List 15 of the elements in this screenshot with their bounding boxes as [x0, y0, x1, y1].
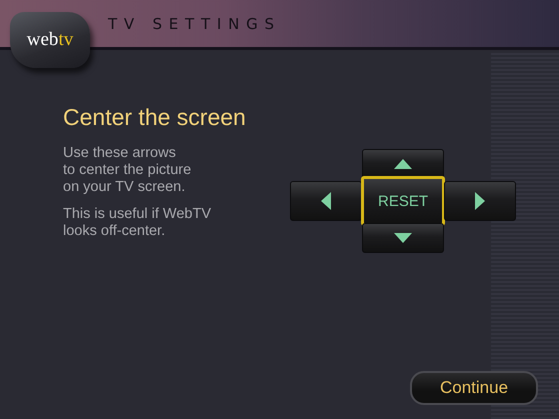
up-arrow-button[interactable]	[362, 149, 444, 179]
up-triangle-icon	[394, 159, 412, 169]
right-triangle-icon	[475, 192, 485, 210]
heading: Center the screen	[63, 104, 247, 131]
left-triangle-icon	[321, 192, 331, 210]
logo-text: webtv	[26, 29, 74, 51]
instruction-text: This is useful if WebTV looks off-center.	[63, 206, 212, 240]
left-arrow-button[interactable]	[290, 181, 362, 221]
page-title: T V S E T T I N G S	[108, 14, 275, 32]
right-arrow-button[interactable]	[444, 181, 516, 221]
down-triangle-icon	[394, 233, 412, 243]
down-arrow-button[interactable]	[362, 223, 444, 253]
instruction-text: Use these arrows to center the picture on your TV screen.	[63, 145, 192, 196]
reset-button[interactable]: RESET	[361, 176, 445, 226]
continue-button[interactable]: Continue	[410, 371, 538, 405]
